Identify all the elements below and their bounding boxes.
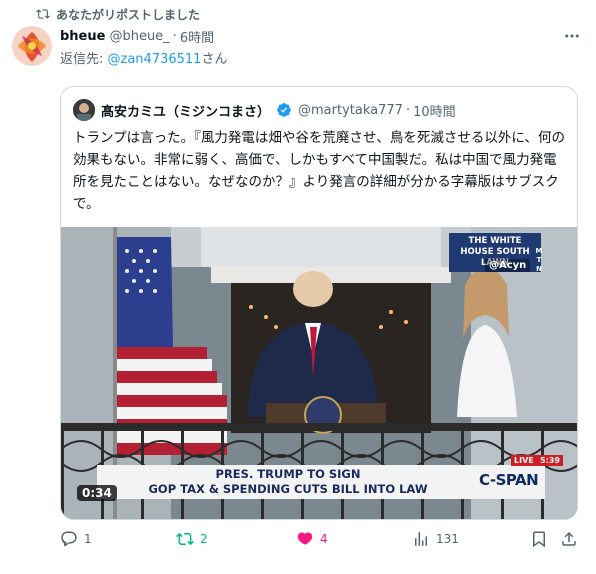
author-name[interactable]: bheue bbox=[60, 29, 105, 44]
like-button[interactable]: 4 bbox=[296, 528, 328, 550]
repost-icon bbox=[176, 532, 194, 546]
reply-prefix: 返信先: bbox=[60, 52, 108, 67]
verified-badge-icon bbox=[277, 103, 291, 117]
chyron-text: PRES. TRUMP TO SIGN GOP TAX & SPENDING C… bbox=[103, 467, 473, 497]
author-avatar[interactable] bbox=[12, 26, 52, 66]
tweet-header: bheue @bheue_ · 6時間 bbox=[60, 26, 584, 46]
quoted-tweet[interactable]: 髙安カミユ（ミジンコまさ） @martytaka777 · 10時間 トランプは… bbox=[60, 86, 578, 520]
news-chyron: PRES. TRUMP TO SIGN GOP TAX & SPENDING C… bbox=[97, 455, 563, 499]
share-button[interactable] bbox=[560, 528, 578, 550]
repost-indicator-text: あなたがリポストしました bbox=[56, 7, 201, 22]
live-time: 5:39 bbox=[537, 455, 563, 466]
repost-indicator: あなたがリポストしました bbox=[36, 6, 200, 22]
reply-count: 1 bbox=[84, 532, 92, 546]
chyron-line-2: GOP TAX & SPENDING CUTS BILL INTO LAW bbox=[148, 482, 428, 496]
network-logo: C-SPAN bbox=[479, 471, 539, 489]
repost-icon bbox=[36, 9, 50, 19]
live-indicator: LIVE bbox=[511, 455, 537, 466]
source-watermark: @Acyn bbox=[485, 259, 531, 272]
quoted-timestamp[interactable]: 10時間 bbox=[413, 101, 456, 120]
share-icon bbox=[562, 531, 576, 546]
more-options-button[interactable] bbox=[560, 26, 584, 46]
repost-count: 2 bbox=[200, 532, 208, 546]
view-count: 131 bbox=[436, 532, 459, 546]
author-handle[interactable]: @bheue_ bbox=[109, 29, 169, 44]
repost-button[interactable]: 2 bbox=[176, 528, 208, 550]
quoted-tweet-header: 髙安カミユ（ミジンコまさ） @martytaka777 · 10時間 bbox=[73, 99, 456, 121]
video-duration: 0:34 bbox=[77, 485, 117, 501]
reply-button[interactable]: 1 bbox=[60, 528, 92, 550]
mtn-watermark: M T N bbox=[535, 247, 543, 273]
separator-dot: · bbox=[405, 102, 411, 118]
heart-icon bbox=[297, 532, 313, 545]
reply-mention-link[interactable]: @zan4736511 bbox=[108, 52, 202, 67]
reply-context: 返信先: @zan4736511さん bbox=[60, 48, 227, 67]
views-button[interactable]: 131 bbox=[412, 528, 459, 550]
bookmark-button[interactable] bbox=[530, 528, 548, 550]
quoted-author-name[interactable]: 髙安カミユ（ミジンコまさ） bbox=[101, 101, 270, 120]
like-count: 4 bbox=[320, 532, 328, 546]
bookmark-icon bbox=[533, 531, 545, 548]
quoted-author-handle[interactable]: @martytaka777 bbox=[298, 103, 403, 118]
more-icon bbox=[565, 34, 579, 38]
analytics-icon bbox=[415, 532, 427, 546]
tweet-timestamp[interactable]: 6時間 bbox=[180, 27, 214, 46]
chyron-line-1: PRES. TRUMP TO SIGN bbox=[215, 467, 361, 481]
reply-icon bbox=[61, 531, 77, 547]
tweet-actions: 1 2 4 131 bbox=[60, 528, 578, 550]
separator-dot: · bbox=[172, 28, 177, 44]
video-player[interactable]: THE WHITE HOUSE SOUTH LAWN M T N @Acyn P… bbox=[61, 227, 577, 519]
reply-suffix: さん bbox=[201, 52, 228, 67]
quoted-author-avatar[interactable] bbox=[73, 99, 95, 121]
quoted-tweet-text: トランプは言った。『風力発電は畑や谷を荒廃させ、鳥を死滅させる以外に、何の効果も… bbox=[73, 130, 565, 212]
